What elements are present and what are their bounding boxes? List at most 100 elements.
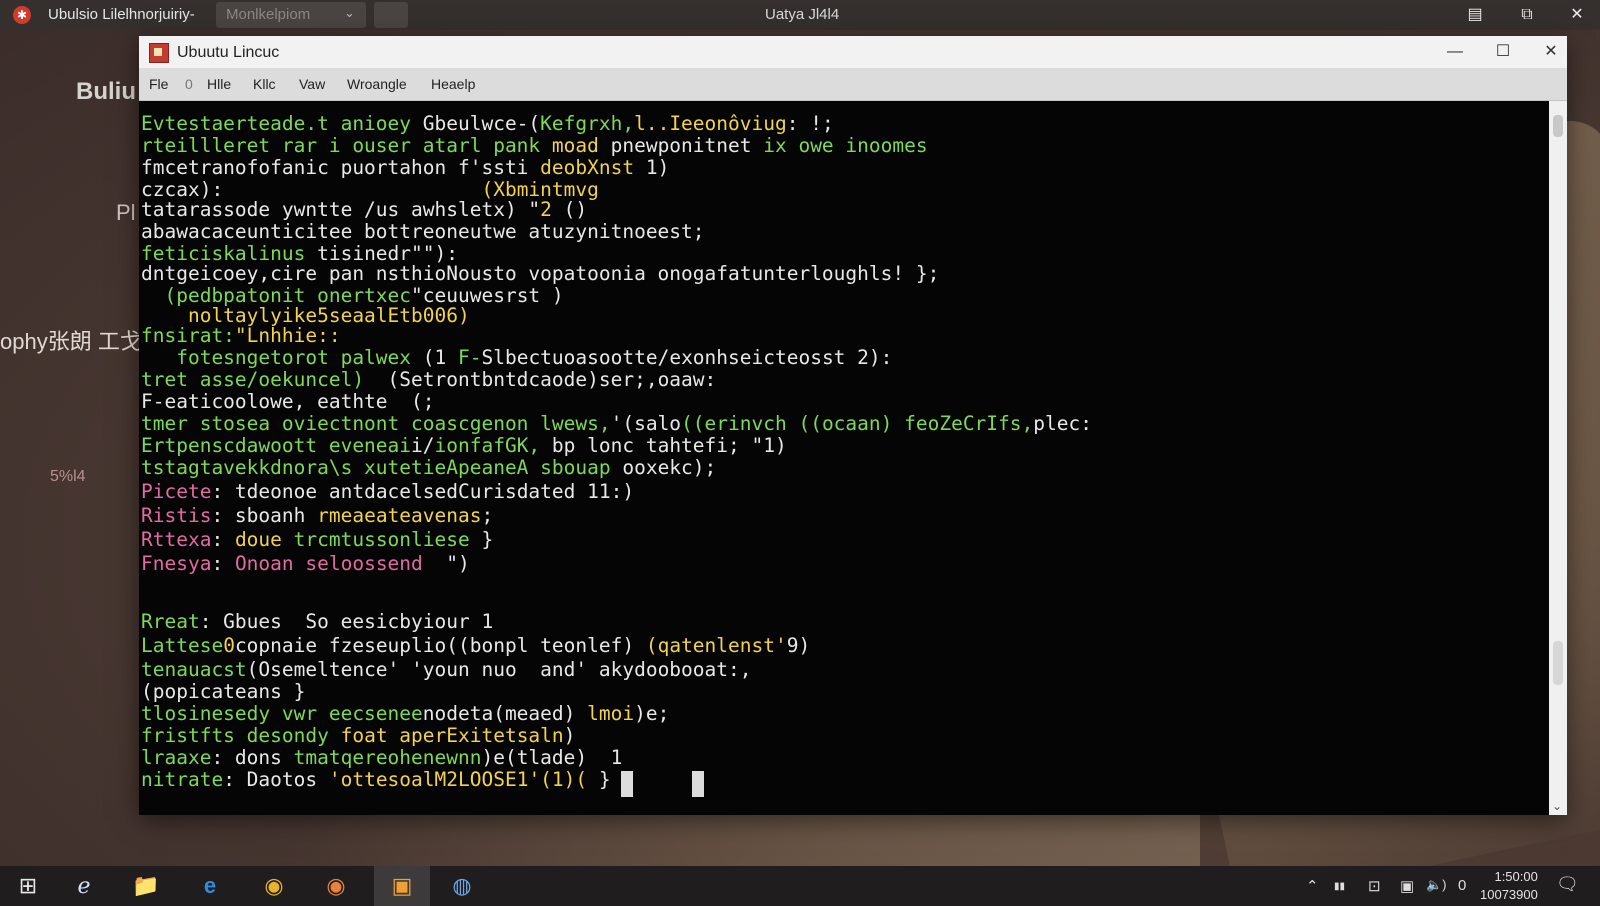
system-clock[interactable]: 1:50:00 10073900: [1480, 868, 1538, 904]
terminal-text: : Daotos: [223, 768, 329, 791]
ie-browser-icon[interactable]: e: [182, 866, 238, 906]
terminal-text: :: [211, 528, 235, 551]
terminal-line: fristfts desondy foat aperExitetsaln): [141, 725, 575, 747]
menu-view[interactable]: Vaw: [299, 76, 325, 92]
chrome-alt-icon[interactable]: ◉: [308, 866, 364, 906]
menu-help[interactable]: Heaelp: [431, 76, 475, 92]
terminal-text: 0: [223, 634, 235, 657]
scrollbar-thumb[interactable]: [1553, 115, 1563, 137]
terminal-line: Evtestaerteade.t anioey Gbeulwce-(Kefgrx…: [141, 113, 834, 135]
volume-icon[interactable]: 🔈): [1426, 877, 1447, 893]
globe-task-icon[interactable]: ◍: [434, 866, 490, 906]
terminal-text: fnsirat:: [141, 324, 235, 347]
terminal-text: :: [211, 552, 235, 575]
terminal-text: tmer stosea oviectnont coascgenon lwews,: [141, 412, 611, 435]
terminal-text: (popicateans }: [141, 680, 306, 703]
outer-new-tab-button[interactable]: [374, 2, 408, 28]
terminal-text: Kefgrxh,: [540, 112, 635, 135]
terminal-line: dntgeicoey,cire pan nsthioNousto vopatoo…: [141, 263, 939, 285]
text-cursor: [621, 771, 633, 797]
menu-icon[interactable]: ▤: [1464, 4, 1486, 26]
menu-kllc[interactable]: Kllc: [253, 76, 276, 92]
terminal-text: Picete: [141, 480, 212, 503]
terminal-text: Lattese: [141, 634, 224, 657]
terminal-text: foat aperExitetsaln: [340, 724, 564, 747]
maximize-icon[interactable]: ☐: [1489, 41, 1517, 63]
terminal-text: nodeta(meaed): [422, 702, 588, 725]
terminal-output[interactable]: Evtestaerteade.t anioey Gbeulwce-(Kefgrx…: [139, 101, 1549, 815]
desktop-label-1: Buliu: [76, 78, 136, 105]
terminal-text: : Gbues So eesicbyiour 1: [199, 610, 494, 633]
signal-icon[interactable]: ▮▮: [1334, 881, 1345, 892]
terminal-text: moad: [551, 134, 611, 157]
restore-icon[interactable]: ⧉: [1516, 4, 1538, 26]
terminal-line: fnsirat:"Lnhhie::: [141, 325, 341, 347]
close-icon[interactable]: ✕: [1566, 4, 1588, 26]
terminal-text: nitrate: [141, 768, 224, 791]
terminal-text: }: [481, 528, 494, 551]
desktop-label-2: Pl: [116, 200, 136, 225]
terminal-text: )e;: [634, 702, 670, 725]
terminal-text: ooxekc);: [622, 456, 717, 479]
terminal-text: rteillleret rar i ouser atarl pank: [141, 134, 552, 157]
menu-hlle[interactable]: Hlle: [207, 76, 231, 92]
terminal-text: : sboanh: [211, 504, 318, 527]
terminal-text: fmcetranofofanic puortahon: [141, 156, 458, 179]
desktop-label-3: ophy张朗 工戈: [0, 329, 142, 354]
menu-sep: 0: [185, 76, 193, 92]
terminal-text: ;: [481, 504, 494, 527]
terminal-text: l..Ieeonôviug: [634, 112, 787, 135]
minimize-icon[interactable]: —: [1441, 41, 1469, 63]
menu-file[interactable]: Fle: [149, 76, 168, 92]
window-close-icon[interactable]: ✕: [1537, 41, 1565, 63]
terminal-text: bp lonc tahtefi; "1): [551, 434, 787, 457]
tray-chevron-icon[interactable]: ⌃: [1306, 877, 1319, 895]
outer-tab[interactable]: Monlkelpiom ⌄: [216, 2, 366, 28]
terminal-text: ix owe inoomes: [763, 134, 928, 157]
terminal-text: Slbectuoasootte/exonhseicteosst 2):: [481, 346, 893, 369]
start-windows-icon[interactable]: ⊞: [0, 866, 56, 906]
network-icon[interactable]: ⊡: [1368, 877, 1381, 895]
file-explorer-icon[interactable]: 📁: [118, 866, 174, 906]
outer-center-title: Uatya Jl4l4: [765, 6, 840, 23]
clock-time: 1:50:00: [1494, 869, 1538, 884]
terminal-text: F-eaticoolowe, eathte (;: [141, 390, 435, 413]
terminal-line: fmcetranofofanic puortahon f'ssti deobXn…: [141, 157, 669, 179]
terminal-line: tmer stosea oviectnont coascgenon lwews,…: [141, 413, 1092, 435]
terminal-text: "Lnhhie::: [234, 324, 341, 347]
terminal-line: tlosinesedy vwr eecseneenodeta(meaed) lm…: [141, 703, 669, 725]
display-icon[interactable]: ▣: [1400, 877, 1414, 895]
terminal-line: nitrate: Daotos 'ottesoalM2LOOSE1'(1)( }: [141, 769, 611, 791]
scroll-down-icon[interactable]: ⌄: [1552, 799, 1562, 813]
terminal-text: deobXnst: [540, 156, 646, 179]
tray-extra-icon[interactable]: 0: [1458, 877, 1466, 894]
terminal-text: Evtestaerteade.t anioey: [141, 112, 423, 135]
window-title: Ubuutu Lincuc: [177, 44, 280, 61]
terminal-line: (popicateans }: [141, 681, 305, 703]
terminal-line: tenauacst(Osemeltence' 'youn nuo and' ak…: [141, 659, 752, 681]
edge-browser-icon[interactable]: ℯ: [56, 866, 112, 906]
terminal-line: Rreat: Gbues So eesicbyiour 1: [141, 611, 493, 633]
terminal-text: plec:: [1033, 412, 1092, 435]
vertical-scrollbar[interactable]: ⌄: [1549, 101, 1567, 815]
desktop-label-4: 5%l4: [50, 468, 86, 485]
terminal-text: 1): [645, 156, 670, 179]
terminal-line: F-eaticoolowe, eathte (;: [141, 391, 435, 413]
window-title-bar[interactable]: Ubuutu Lincuc — ☐ ✕: [139, 36, 1567, 68]
chrome-icon[interactable]: ◉: [246, 866, 302, 906]
terminal-line: tstagtavekkdnora\s xutetieApeaneA sbouap…: [141, 457, 716, 479]
terminal-text: (qatenlenst': [645, 634, 787, 657]
clock-date: 10073900: [1480, 887, 1538, 902]
chevron-down-icon[interactable]: ⌄: [344, 5, 355, 21]
menu-wroangle[interactable]: Wroangle: [347, 76, 407, 92]
terminal-text: 9): [786, 634, 811, 657]
notification-icon[interactable]: 🗨: [1556, 874, 1579, 895]
terminal-text: ((erinvch ((ocaan) feoZeCrIfs,: [681, 412, 1034, 435]
terminal-task-icon[interactable]: ▣: [374, 866, 430, 906]
app-icon: ✱: [13, 6, 31, 24]
terminal-line: Lattese0copnaie fzeseuplio((bonpl teonle…: [141, 635, 810, 657]
terminal-text: Fnesya: [141, 552, 212, 575]
terminal-text: 2: [540, 198, 564, 221]
terminal-text: tret asse/oekuncel): [141, 368, 388, 391]
terminal-text: : !;: [786, 112, 834, 135]
